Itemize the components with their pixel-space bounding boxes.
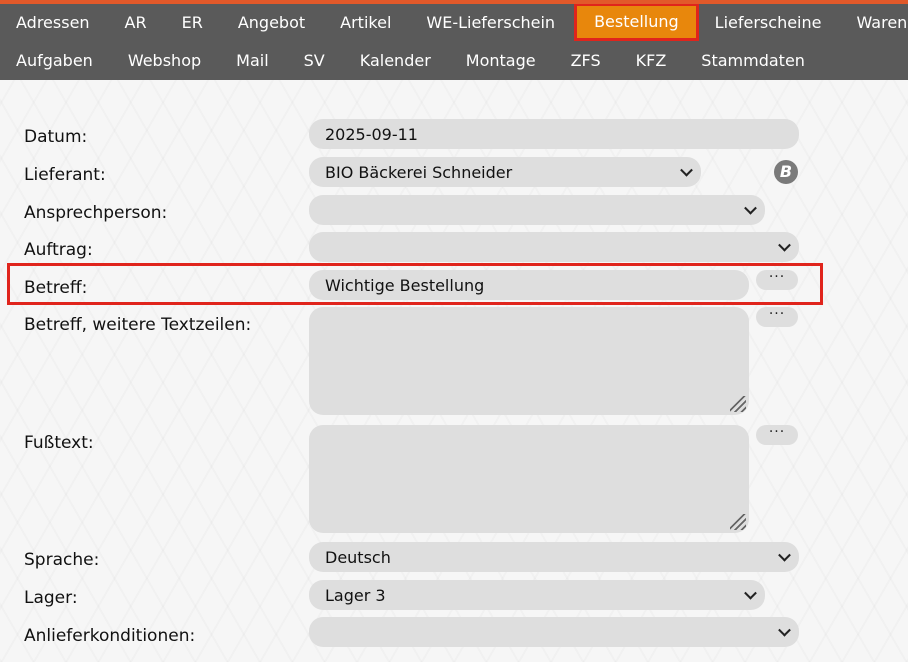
sprache-value: Deutsch (325, 547, 391, 567)
nav-item-er[interactable]: ER (166, 4, 222, 42)
chevron-down-icon (744, 201, 757, 215)
sprache-label: Sprache: (24, 550, 100, 570)
lieferant-select[interactable]: BIO Bäckerei Schneider (309, 157, 701, 187)
chevron-down-icon (778, 623, 791, 637)
nav-item-lieferscheine[interactable]: Lieferscheine (699, 4, 841, 42)
sprache-select[interactable]: Deutsch (309, 542, 799, 572)
betreff-more-button[interactable]: ··· (756, 270, 798, 290)
nav-item-stammdaten[interactable]: Stammdaten (685, 42, 824, 80)
betreff-input[interactable]: Wichtige Bestellung (309, 270, 749, 300)
chevron-down-icon (778, 548, 791, 562)
b-icon[interactable]: B (774, 160, 798, 184)
main-navigation: Adressen AR ER Angebot Artikel WE-Liefer… (0, 4, 908, 80)
datum-label: Datum: (24, 127, 88, 147)
betreff-label: Betreff: (24, 278, 88, 298)
nav-item-ar[interactable]: AR (109, 4, 166, 42)
nav-item-montage[interactable]: Montage (450, 42, 555, 80)
nav-item-kalender[interactable]: Kalender (344, 42, 450, 80)
chevron-down-icon (744, 586, 757, 600)
order-form: Datum: 2025-09-11 Lieferant: BIO Bäckere… (0, 80, 908, 662)
chevron-down-icon (680, 163, 693, 177)
nav-item-zfs[interactable]: ZFS (555, 42, 620, 80)
nav-item-sv[interactable]: SV (288, 42, 344, 80)
betreff-weitere-textarea[interactable] (309, 307, 749, 415)
ansprechperson-label: Ansprechperson: (24, 203, 168, 223)
nav-item-aufgaben[interactable]: Aufgaben (0, 42, 112, 80)
lieferant-label: Lieferant: (24, 165, 106, 185)
betreff-weitere-label: Betreff, weitere Textzeilen: (24, 315, 252, 335)
nav-item-kfz[interactable]: KFZ (620, 42, 686, 80)
betreff-value: Wichtige Bestellung (325, 275, 485, 295)
nav-row-2: Aufgaben Webshop Mail SV Kalender Montag… (0, 42, 824, 80)
datum-value: 2025-09-11 (325, 124, 418, 144)
lager-value: Lager 3 (325, 585, 386, 605)
nav-item-angebot[interactable]: Angebot (222, 4, 324, 42)
betreff-weitere-more-button[interactable]: ··· (756, 307, 798, 327)
nav-item-artikel[interactable]: Artikel (324, 4, 410, 42)
ansprechperson-select[interactable] (309, 195, 765, 225)
nav-item-webshop[interactable]: Webshop (112, 42, 220, 80)
nav-item-warenbew[interactable]: Warenbew (840, 4, 908, 42)
fusstext-label: Fußtext: (24, 433, 94, 453)
lieferant-value: BIO Bäckerei Schneider (325, 162, 513, 182)
resize-grip-icon[interactable] (730, 514, 746, 530)
auftrag-select[interactable] (309, 232, 799, 262)
nav-row-1: Adressen AR ER Angebot Artikel WE-Liefer… (0, 4, 908, 42)
nav-item-mail[interactable]: Mail (220, 42, 288, 80)
chevron-down-icon (778, 238, 791, 252)
nav-item-bestellung[interactable]: Bestellung (574, 4, 699, 41)
lager-select[interactable]: Lager 3 (309, 580, 765, 610)
nav-item-adressen[interactable]: Adressen (0, 4, 109, 42)
nav-item-we-lieferschein[interactable]: WE-Lieferschein (410, 4, 574, 42)
datum-input[interactable]: 2025-09-11 (309, 119, 799, 149)
resize-grip-icon[interactable] (730, 396, 746, 412)
fusstext-textarea[interactable] (309, 425, 749, 533)
auftrag-label: Auftrag: (24, 240, 93, 260)
anlieferkonditionen-label: Anlieferkonditionen: (24, 626, 196, 646)
fusstext-more-button[interactable]: ··· (756, 425, 798, 445)
anlieferkonditionen-select[interactable] (309, 617, 799, 647)
lager-label: Lager: (24, 588, 78, 608)
